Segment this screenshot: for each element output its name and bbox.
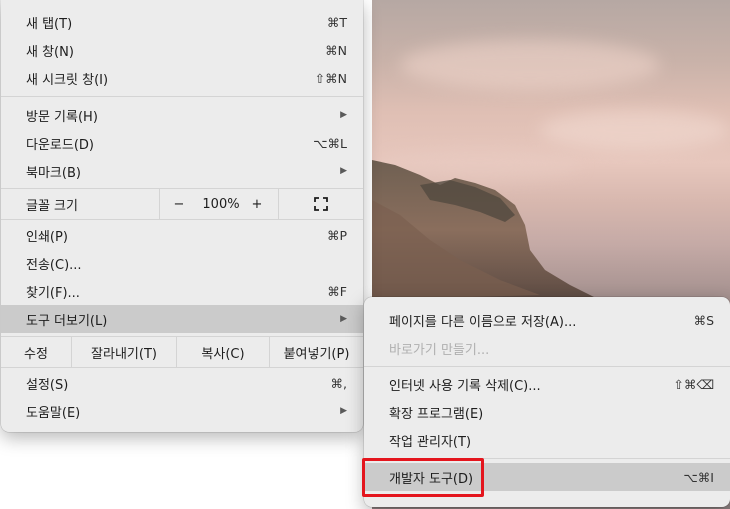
menu-shortcut: ⌘N bbox=[325, 42, 347, 58]
menu-separator bbox=[1, 367, 363, 368]
menu-shortcut: ⌥⌘I bbox=[683, 469, 714, 485]
menu-shortcut: ⇧⌘N bbox=[314, 70, 347, 86]
menu-item-print[interactable]: 인쇄(P) ⌘P bbox=[1, 221, 363, 249]
menu-item-settings[interactable]: 설정(S) ⌘, bbox=[1, 369, 363, 397]
menu-item-help[interactable]: 도움말(E) ▶ bbox=[1, 397, 363, 425]
menu-shortcut: ⇧⌘⌫ bbox=[673, 376, 714, 392]
menu-item-label: 도구 더보기(L) bbox=[26, 313, 108, 329]
edit-row: 수정 잘라내기(T) 복사(C) 붙여넣기(P) bbox=[1, 337, 363, 367]
menu-item-extensions[interactable]: 확장 프로그램(E) bbox=[364, 398, 730, 426]
menu-item-label: 새 탭(T) bbox=[26, 16, 73, 32]
menu-item-find[interactable]: 찾기(F)... ⌘F bbox=[1, 277, 363, 305]
menu-shortcut: ⌘F bbox=[327, 283, 347, 299]
wallpaper-cloud bbox=[540, 110, 730, 150]
menu-item-label: 설정(S) bbox=[26, 377, 69, 393]
fullscreen-button[interactable] bbox=[279, 197, 363, 211]
zoom-out-button[interactable]: − bbox=[160, 197, 198, 212]
submenu-arrow-icon: ▶ bbox=[340, 110, 347, 120]
menu-separator bbox=[364, 366, 730, 367]
menu-item-label: 도움말(E) bbox=[26, 405, 81, 421]
menu-item-downloads[interactable]: 다운로드(D) ⌥⌘L bbox=[1, 129, 363, 157]
chrome-main-menu: 새 탭(T) ⌘T 새 창(N) ⌘N 새 시크릿 창(I) ⇧⌘N 방문 기록… bbox=[1, 0, 363, 432]
menu-item-new-window[interactable]: 새 창(N) ⌘N bbox=[1, 36, 363, 64]
copy-button[interactable]: 복사(C) bbox=[177, 343, 269, 362]
annotation-highlight-box bbox=[362, 458, 484, 497]
zoom-level-value: 100% bbox=[202, 196, 240, 212]
menu-item-label: 다운로드(D) bbox=[26, 137, 94, 153]
menu-item-label: 방문 기록(H) bbox=[26, 109, 98, 125]
menu-item-more-tools[interactable]: 도구 더보기(L) ▶ bbox=[1, 305, 363, 333]
font-size-label: 글꼴 크기 bbox=[26, 198, 78, 214]
menu-item-label: 작업 관리자(T) bbox=[389, 434, 472, 450]
menu-shortcut: ⌘P bbox=[326, 227, 347, 243]
menu-item-save-page-as[interactable]: 페이지를 다른 이름으로 저장(A)... ⌘S bbox=[364, 306, 730, 334]
menu-shortcut: ⌥⌘L bbox=[313, 135, 347, 151]
menu-item-new-tab[interactable]: 새 탭(T) ⌘T bbox=[1, 8, 363, 36]
menu-separator bbox=[1, 96, 363, 97]
menu-item-task-manager[interactable]: 작업 관리자(T) bbox=[364, 426, 730, 454]
menu-item-new-incognito-window[interactable]: 새 시크릿 창(I) ⇧⌘N bbox=[1, 64, 363, 92]
menu-item-label: 인쇄(P) bbox=[26, 229, 68, 245]
fullscreen-icon bbox=[314, 197, 328, 211]
menu-item-label: 전송(C)... bbox=[26, 257, 82, 273]
submenu-arrow-icon: ▶ bbox=[340, 406, 347, 416]
menu-shortcut: ⌘, bbox=[330, 375, 347, 391]
menu-item-clear-browsing-data[interactable]: 인터넷 사용 기록 삭제(C)... ⇧⌘⌫ bbox=[364, 370, 730, 398]
menu-shortcut: ⌘S bbox=[693, 312, 714, 328]
menu-item-label: 북마크(B) bbox=[26, 165, 81, 181]
menu-item-cast[interactable]: 전송(C)... bbox=[1, 249, 363, 277]
menu-item-label: 인터넷 사용 기록 삭제(C)... bbox=[389, 378, 541, 394]
cut-button[interactable]: 잘라내기(T) bbox=[72, 343, 176, 362]
wallpaper-cloud bbox=[400, 40, 660, 90]
menu-shortcut: ⌘T bbox=[326, 14, 347, 30]
menu-item-label: 페이지를 다른 이름으로 저장(A)... bbox=[389, 314, 577, 330]
edit-label: 수정 bbox=[24, 346, 48, 362]
wallpaper-cloud bbox=[380, 150, 580, 180]
menu-separator bbox=[1, 219, 363, 220]
menu-item-label: 확장 프로그램(E) bbox=[389, 406, 484, 422]
menu-item-label: 새 시크릿 창(I) bbox=[26, 72, 109, 88]
menu-item-bookmarks[interactable]: 북마크(B) ▶ bbox=[1, 157, 363, 185]
menu-item-label: 바로가기 만들기... bbox=[389, 342, 490, 358]
menu-item-label: 새 창(N) bbox=[26, 44, 74, 60]
menu-item-label: 찾기(F)... bbox=[26, 285, 80, 301]
paste-button[interactable]: 붙여넣기(P) bbox=[270, 343, 363, 362]
zoom-in-button[interactable]: + bbox=[244, 197, 270, 212]
font-size-row: 글꼴 크기 − 100% + bbox=[1, 189, 363, 219]
menu-item-history[interactable]: 방문 기록(H) ▶ bbox=[1, 101, 363, 129]
submenu-arrow-icon: ▶ bbox=[340, 166, 347, 176]
submenu-arrow-icon: ▶ bbox=[340, 314, 347, 324]
menu-item-create-shortcut[interactable]: 바로가기 만들기... bbox=[364, 334, 730, 362]
